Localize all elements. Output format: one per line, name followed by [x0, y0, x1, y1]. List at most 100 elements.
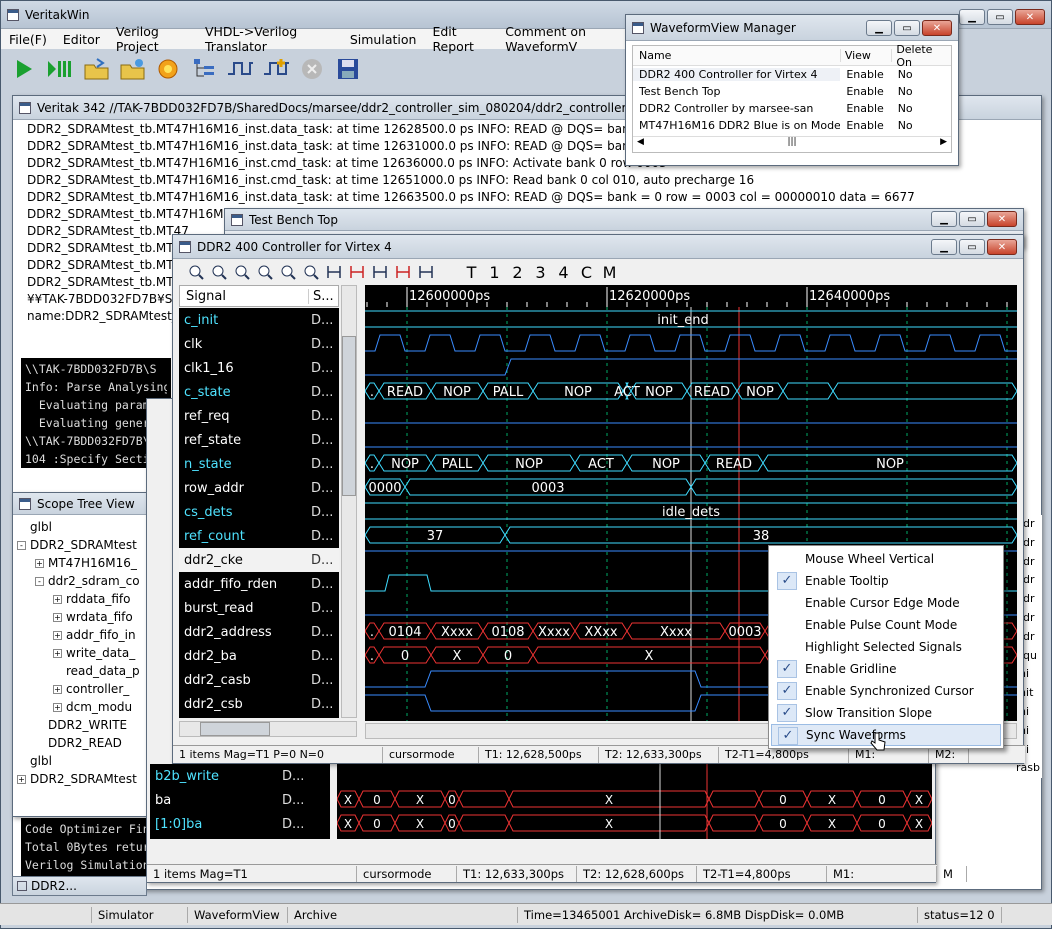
signal-row[interactable]: n_state D...: [179, 452, 339, 476]
minimize-button[interactable]: ▁: [866, 20, 892, 36]
maximize-button[interactable]: ▭: [959, 239, 985, 255]
col-name[interactable]: Name: [633, 49, 841, 62]
minimize-button[interactable]: ▁: [959, 9, 985, 25]
folder-open-icon[interactable]: [83, 56, 109, 82]
marker-button[interactable]: 1: [483, 263, 506, 282]
signal-vscroll[interactable]: [341, 285, 357, 718]
run-icon[interactable]: [11, 56, 37, 82]
minimize-button[interactable]: ▁: [931, 239, 957, 255]
zoom-icon[interactable]: [208, 262, 230, 282]
context-menu-item[interactable]: ✓ Enable Gridline: [771, 658, 1001, 680]
menu-item[interactable]: Comment on WaveformV: [497, 24, 641, 54]
zoom-icon[interactable]: [231, 262, 253, 282]
context-menu-item[interactable]: Highlight Selected Signals: [771, 636, 1001, 658]
context-menu-item[interactable]: ✓ Sync Waveforms: [771, 724, 1001, 746]
marker-button[interactable]: C: [575, 263, 598, 282]
zoom-icon[interactable]: [277, 262, 299, 282]
expand-icon[interactable]: +: [53, 684, 62, 694]
marker-button[interactable]: 4: [552, 263, 575, 282]
minimized-window[interactable]: DDR2...: [12, 876, 147, 896]
signal-row[interactable]: ref_state D...: [179, 428, 339, 452]
expand-icon[interactable]: +: [17, 774, 26, 784]
close-button[interactable]: ✕: [987, 239, 1017, 255]
context-menu-item[interactable]: ✓ Slow Transition Slope: [771, 702, 1001, 724]
context-menu-item[interactable]: Enable Pulse Count Mode: [771, 614, 1001, 636]
tree-item[interactable]: + MT47H16M16_: [17, 554, 155, 572]
tree-item[interactable]: + wrdata_fifo: [17, 608, 155, 626]
signal-row[interactable]: ddr2_cke D...: [179, 548, 339, 572]
close-button[interactable]: ✕: [987, 211, 1017, 227]
close-button[interactable]: ✕: [1015, 9, 1045, 25]
maximize-button[interactable]: ▭: [894, 20, 920, 36]
run-all-icon[interactable]: [47, 56, 73, 82]
state-column-header[interactable]: S...: [308, 288, 334, 304]
signal-row[interactable]: ddr2_casb D...: [179, 668, 339, 692]
signal-hscroll[interactable]: [179, 721, 357, 737]
tree-item[interactable]: + dcm_modu: [17, 698, 155, 716]
signal-row[interactable]: ref_req D...: [179, 404, 339, 428]
signal-row[interactable]: ddr2_address D...: [179, 620, 339, 644]
signal-row[interactable]: ddr2_csb D...: [179, 692, 339, 716]
zoom-icon[interactable]: [185, 262, 207, 282]
stop-icon[interactable]: [299, 56, 325, 82]
collapse-icon[interactable]: -: [17, 540, 26, 550]
expand-icon[interactable]: +: [53, 612, 62, 622]
signal-row[interactable]: ref_count D...: [179, 524, 339, 548]
cursor-icon[interactable]: [392, 262, 414, 282]
collapse-icon[interactable]: -: [35, 576, 44, 586]
signal-row[interactable]: burst_read D...: [179, 596, 339, 620]
zoom-icon[interactable]: [254, 262, 276, 282]
wv-row[interactable]: DDR2 400 Controller for Virtex 4 Enable No: [633, 66, 951, 83]
cursor-icon[interactable]: [369, 262, 391, 282]
wv-row[interactable]: MT47H16M16 DDR2 Blue is on ModelSi... Ena…: [633, 117, 951, 134]
menu-item[interactable]: Editor: [55, 32, 108, 47]
context-menu-item[interactable]: Mouse Wheel Vertical: [771, 548, 1001, 570]
settings-gear-icon[interactable]: [155, 56, 181, 82]
signal-row[interactable]: ba D...: [150, 788, 330, 812]
menu-item[interactable]: File(F): [1, 32, 55, 47]
marker-button[interactable]: 2: [506, 263, 529, 282]
maximize-button[interactable]: ▭: [959, 211, 985, 227]
maximize-button[interactable]: ▭: [987, 9, 1013, 25]
signal-row[interactable]: row_addr D...: [179, 476, 339, 500]
signal-row[interactable]: clk1_16 D...: [179, 356, 339, 380]
tree-item[interactable]: glbl: [17, 752, 155, 770]
tree-item[interactable]: + controller_: [17, 680, 155, 698]
signal-row[interactable]: clk D...: [179, 332, 339, 356]
cursor-icon[interactable]: [346, 262, 368, 282]
cursor-icon[interactable]: [323, 262, 345, 282]
marker-button[interactable]: 3: [529, 263, 552, 282]
tree-item[interactable]: + DDR2_SDRAMtest: [17, 770, 155, 788]
col-view[interactable]: View: [841, 49, 893, 62]
context-menu-item[interactable]: ✓ Enable Tooltip: [771, 570, 1001, 592]
signal-row[interactable]: c_state D...: [179, 380, 339, 404]
col-delete[interactable]: Delete On: [892, 43, 951, 69]
cursor-icon[interactable]: [415, 262, 437, 282]
context-menu-item[interactable]: Enable Cursor Edge Mode: [771, 592, 1001, 614]
wv-row[interactable]: Test Bench Top Enable No: [633, 83, 951, 100]
waveform-add-icon[interactable]: [263, 56, 289, 82]
hierarchy-icon[interactable]: [191, 56, 217, 82]
signal-row[interactable]: addr_fifo_rden D...: [179, 572, 339, 596]
minimize-button[interactable]: ▁: [931, 211, 957, 227]
tree-item[interactable]: DDR2_READ: [17, 734, 155, 752]
menu-item[interactable]: Verilog Project: [108, 24, 197, 54]
tree-item[interactable]: - ddr2_sdram_co: [17, 572, 155, 590]
signal-row[interactable]: c_init D...: [179, 308, 339, 332]
marker-button[interactable]: T: [460, 263, 483, 282]
expand-icon[interactable]: +: [53, 630, 62, 640]
close-button[interactable]: ✕: [922, 20, 952, 36]
signal-row[interactable]: ddr2_ba D...: [179, 644, 339, 668]
expand-icon[interactable]: +: [53, 648, 62, 658]
marker-button[interactable]: M: [598, 263, 621, 282]
save-icon[interactable]: [335, 56, 361, 82]
wv-row[interactable]: DDR2 Controller by marsee-san Enable No: [633, 100, 951, 117]
tree-item[interactable]: DDR2_WRITE: [17, 716, 155, 734]
expand-icon[interactable]: +: [53, 702, 62, 712]
context-menu-item[interactable]: ✓ Enable Synchronized Cursor: [771, 680, 1001, 702]
menu-item[interactable]: VHDL->Verilog Translator: [197, 24, 342, 54]
waveform-icon[interactable]: [227, 56, 253, 82]
signal-column-header[interactable]: Signal: [180, 289, 308, 304]
menu-item[interactable]: Edit Report: [424, 24, 497, 54]
tree-item[interactable]: + rddata_fifo: [17, 590, 155, 608]
